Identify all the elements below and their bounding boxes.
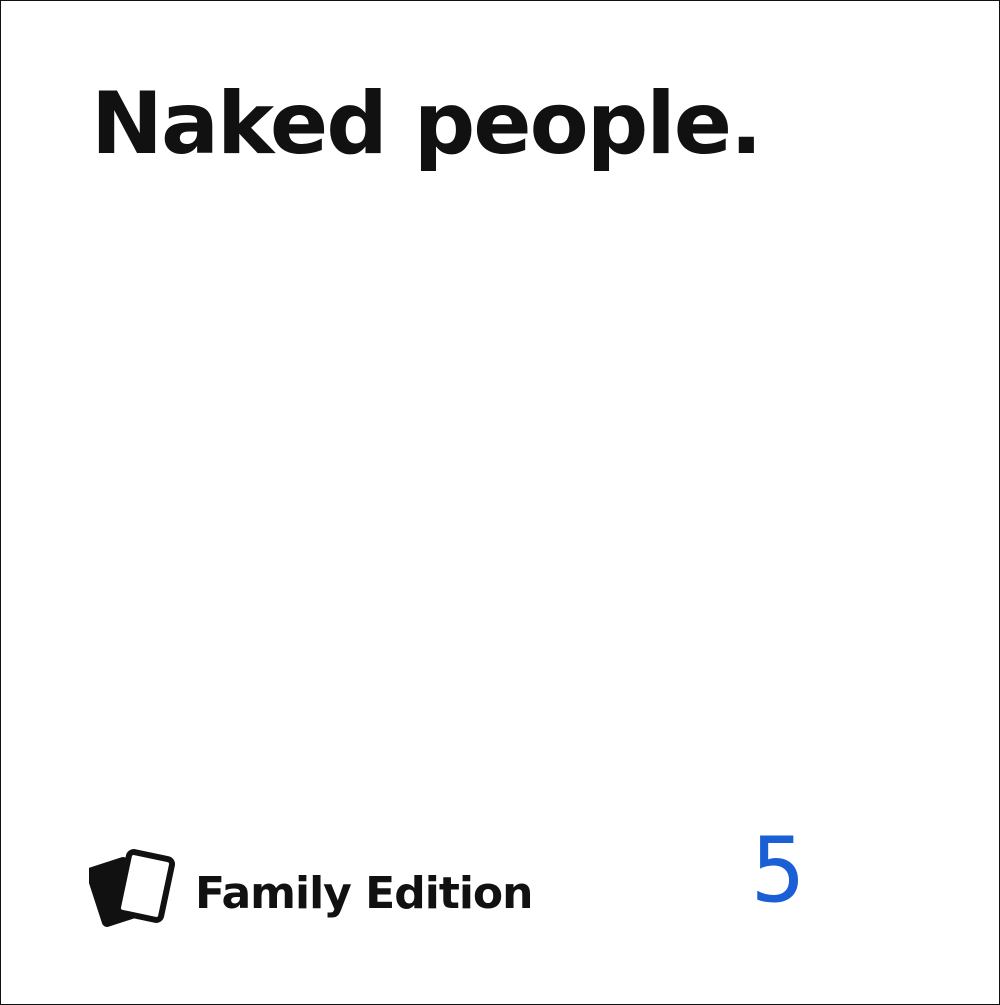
game-card: Naked people. Family Edition 5 xyxy=(0,0,1000,1005)
stacked-cards-icon xyxy=(89,849,176,927)
brand-name: Family Edition xyxy=(195,867,533,919)
brand: Family Edition xyxy=(89,847,533,939)
card-number: 5 xyxy=(751,818,806,923)
card-text: Naked people. xyxy=(91,74,763,174)
